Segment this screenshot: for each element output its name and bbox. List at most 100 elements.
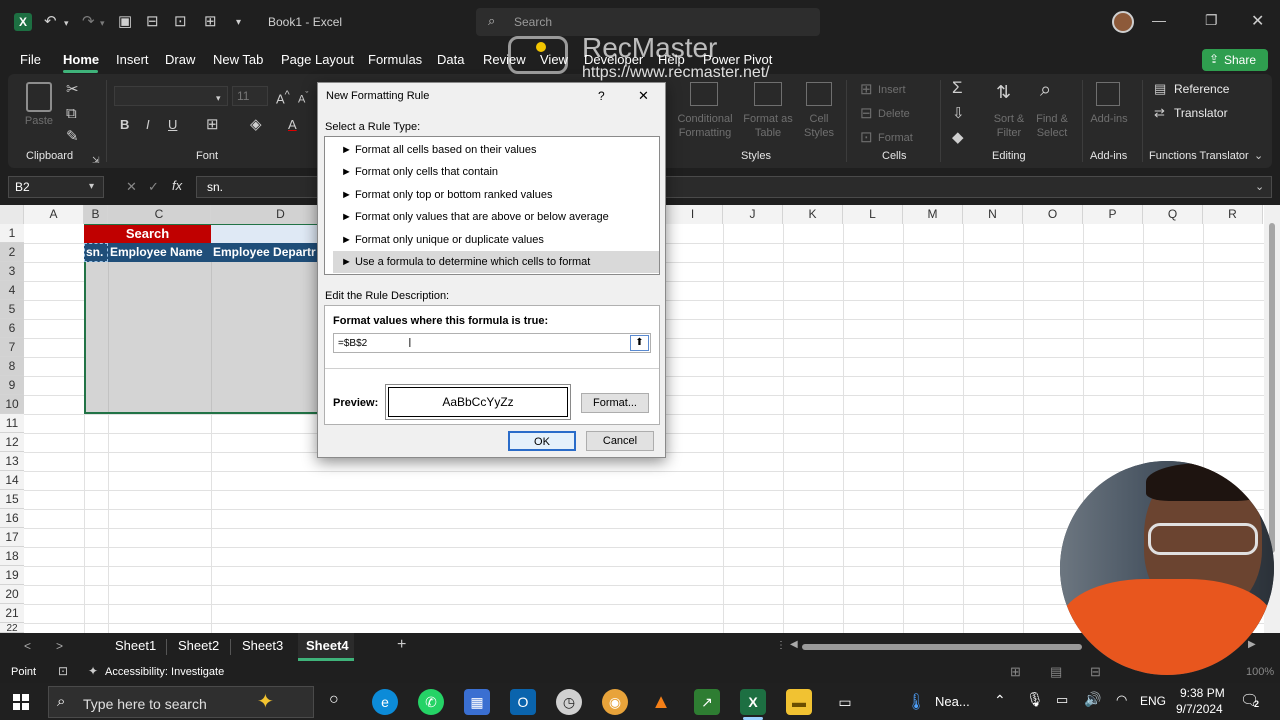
tabs-options-icon[interactable]: ⋮ xyxy=(776,640,786,651)
form-icon[interactable]: ⊞ xyxy=(204,14,217,30)
find-select-label[interactable]: Find & Select xyxy=(1030,112,1074,140)
increase-font-icon[interactable]: A^ xyxy=(276,87,290,107)
enter-entry-icon[interactable]: ✓ xyxy=(148,179,159,195)
format-button[interactable]: Format... xyxy=(581,393,649,413)
autosum-icon[interactable]: Σ xyxy=(952,79,963,96)
task-view-icon[interactable]: ○ xyxy=(329,691,339,709)
normal-view-icon[interactable]: ⊞ xyxy=(1010,664,1021,680)
add-sheet-icon[interactable]: + xyxy=(397,636,406,654)
clock-app-icon[interactable]: ◷ xyxy=(556,689,582,715)
format-cells-label[interactable]: Format xyxy=(878,131,913,145)
edge-icon[interactable]: e xyxy=(372,689,398,715)
charts-app-icon[interactable]: ↗ xyxy=(694,689,720,715)
copy-icon[interactable]: ⧉ xyxy=(66,106,77,122)
prev-sheet-icon[interactable]: < xyxy=(24,639,31,653)
row-header-17[interactable]: 17 xyxy=(0,528,24,547)
store-icon[interactable]: ▦ xyxy=(464,689,490,715)
format-as-table-label[interactable]: Format as Table xyxy=(740,112,796,140)
start-icon[interactable] xyxy=(13,694,29,710)
excel-taskbar-icon[interactable]: X xyxy=(740,689,766,715)
header-cell-employee-name[interactable]: Employee Name xyxy=(108,243,211,262)
close-window-icon[interactable]: ✕ xyxy=(1251,11,1264,31)
font-color-icon[interactable]: A xyxy=(288,117,297,133)
menu-file[interactable]: File xyxy=(20,52,41,67)
accessibility-status[interactable]: Accessibility: Investigate xyxy=(105,666,224,678)
undo-icon[interactable]: ↶ xyxy=(44,14,57,30)
row-header-21[interactable]: 21 xyxy=(0,604,24,623)
menu-draw[interactable]: Draw xyxy=(165,52,195,67)
next-sheet-icon[interactable]: > xyxy=(56,639,63,653)
format-cells-icon[interactable]: ⊡ xyxy=(860,130,873,146)
tray-chevron-icon[interactable]: ⌃ xyxy=(994,692,1006,709)
format-painter-icon[interactable]: ✎ xyxy=(66,129,79,145)
search-cell[interactable]: Search xyxy=(84,225,211,243)
column-header-j[interactable]: J xyxy=(723,205,783,224)
sort-filter-icon[interactable]: ⇅ xyxy=(996,83,1011,101)
share-button[interactable]: ⇪ Share xyxy=(1202,49,1268,71)
row-header-15[interactable]: 15 xyxy=(0,490,24,509)
chrome-icon[interactable]: ◉ xyxy=(602,689,628,715)
close-dialog-icon[interactable]: ✕ xyxy=(638,88,649,104)
clock-date[interactable]: 9/7/2024 xyxy=(1176,702,1223,716)
accessibility-icon[interactable]: ✦ xyxy=(88,664,98,678)
column-header-c[interactable]: C xyxy=(108,205,211,224)
ok-button[interactable]: OK xyxy=(508,431,576,451)
insert-function-icon[interactable]: fx xyxy=(172,178,182,193)
outlook-icon[interactable]: O xyxy=(510,689,536,715)
row-header-16[interactable]: 16 xyxy=(0,509,24,528)
menu-insert[interactable]: Insert xyxy=(116,52,149,67)
name-box[interactable]: B2 ▾ xyxy=(8,176,104,198)
menu-page-layout[interactable]: Page Layout xyxy=(281,52,354,67)
sort-filter-label[interactable]: Sort & Filter xyxy=(988,112,1030,140)
row-header-9[interactable]: 9 xyxy=(0,376,24,395)
column-header-l[interactable]: L xyxy=(843,205,903,224)
row-header-11[interactable]: 11 xyxy=(0,414,24,433)
undo-dropdown-icon[interactable]: ▾ xyxy=(64,15,69,31)
column-header-i[interactable]: I xyxy=(663,205,723,224)
select-all-corner[interactable] xyxy=(0,205,24,224)
delete-cells-label[interactable]: Delete xyxy=(878,107,910,121)
redo-icon[interactable]: ↷ xyxy=(82,14,95,30)
row-header-6[interactable]: 6 xyxy=(0,319,24,338)
menu-home[interactable]: Home xyxy=(63,52,99,67)
sheet-tab-active[interactable]: Sheet4 xyxy=(298,633,354,661)
menu-new-tab[interactable]: New Tab xyxy=(213,52,263,67)
file-explorer-icon[interactable]: ▬ xyxy=(786,689,812,715)
cut-icon[interactable]: ✂ xyxy=(66,82,79,98)
wifi-icon[interactable]: ◠ xyxy=(1116,692,1127,708)
language-indicator[interactable]: ENG xyxy=(1140,694,1166,708)
redo-dropdown-icon[interactable]: ▾ xyxy=(100,15,105,31)
row-header-7[interactable]: 7 xyxy=(0,338,24,357)
clock-time[interactable]: 9:38 PM xyxy=(1180,686,1225,700)
volume-icon[interactable]: 🔊 xyxy=(1084,691,1101,708)
sheet-tab-sheet1[interactable]: Sheet1 xyxy=(115,638,156,653)
add-ins-icon[interactable] xyxy=(1096,82,1120,106)
add-ins-label[interactable]: Add-ins xyxy=(1088,112,1130,126)
font-size-field[interactable]: 11 xyxy=(232,86,268,106)
battery-icon[interactable]: ▭ xyxy=(1056,692,1068,708)
font-name-field[interactable] xyxy=(114,86,228,106)
conditional-formatting-label[interactable]: Conditional Formatting xyxy=(668,112,742,140)
rule-type-item[interactable]: ► Format only top or bottom ranked value… xyxy=(333,184,659,206)
menu-data[interactable]: Data xyxy=(437,52,464,67)
column-header-m[interactable]: M xyxy=(903,205,963,224)
cell-styles-icon[interactable] xyxy=(806,82,832,106)
avatar[interactable] xyxy=(1112,11,1134,33)
row-header-4[interactable]: 4 xyxy=(0,281,24,300)
clear-icon[interactable]: ◆ xyxy=(952,130,964,146)
vlc-icon[interactable]: ▲ xyxy=(648,689,674,715)
print-preview-icon[interactable]: ⊟ xyxy=(146,14,159,30)
cancel-button[interactable]: Cancel xyxy=(586,431,654,451)
rule-type-item[interactable]: ► Format only values that are above or b… xyxy=(333,206,659,228)
quick-access-icon[interactable]: ⊡ xyxy=(174,14,187,30)
expand-formula-icon[interactable]: ⌄ xyxy=(1255,180,1264,193)
minimize-icon[interactable]: — xyxy=(1152,12,1166,28)
fill-icon[interactable]: ⇩ xyxy=(952,106,965,122)
row-header-1[interactable]: 1 xyxy=(0,224,24,243)
column-header-n[interactable]: N xyxy=(963,205,1023,224)
cell-styles-label[interactable]: Cell Styles xyxy=(800,112,838,140)
macro-record-icon[interactable]: ⊡ xyxy=(58,664,68,678)
underline-icon[interactable]: U xyxy=(168,117,177,133)
column-header-o[interactable]: O xyxy=(1023,205,1083,224)
insert-cells-icon[interactable]: ⊞ xyxy=(860,82,873,98)
